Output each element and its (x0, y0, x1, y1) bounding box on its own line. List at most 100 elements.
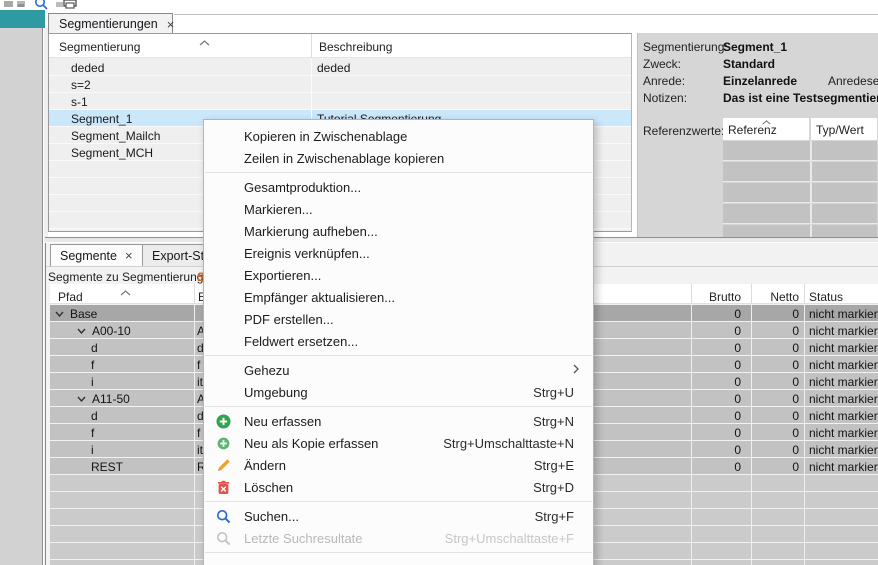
search-toolbar-icon[interactable] (34, 0, 48, 8)
column-divider[interactable] (194, 284, 195, 303)
menu-item-gesamtproduktion[interactable]: Gesamtproduktion... (204, 176, 593, 198)
tab-segmente[interactable]: Segmente × (50, 244, 143, 266)
status-cell: nicht markiert (809, 324, 878, 338)
field-value: Einzelanrede (723, 74, 797, 88)
path-cell: Base (55, 307, 97, 321)
field-label: Segmentierung: (643, 40, 728, 54)
menu-item-pdf-erstellen[interactable]: PDF erstellen... (204, 308, 593, 330)
menu-item-neu-erfassen[interactable]: Neu erfassen Strg+N (204, 410, 593, 432)
column-divider[interactable] (311, 34, 312, 57)
tab-label: Segmentierungen (59, 17, 158, 31)
status-cell: nicht markiert (809, 426, 878, 440)
menu-item-zeilen-in-zwischenablage-kopieren[interactable]: Zeilen in Zwischenablage kopieren (204, 147, 593, 169)
menu-shortcut: Strg+D (533, 480, 574, 495)
column-header-typ-wert[interactable]: Typ/Wert (811, 118, 877, 140)
status-cell: nicht markiert (809, 392, 878, 406)
menu-item-feldwert-ersetzen[interactable]: Feldwert ersetzen... (204, 330, 593, 352)
path-cell: A00-10 (77, 324, 131, 338)
reference-row-empty[interactable] (723, 162, 877, 182)
segmentierung-cell: deded (71, 61, 104, 75)
menu-item-label: Empfänger aktualisieren... (244, 290, 395, 305)
segmentation-table-header: Segmentierung Beschreibung (49, 34, 631, 58)
status-cell: nicht markiert (809, 443, 878, 457)
netto-cell: 0 (701, 341, 799, 355)
column-header-netto[interactable]: Netto (701, 290, 799, 304)
column-divider[interactable] (804, 284, 805, 303)
menu-item-markieren[interactable]: Markieren... (204, 198, 593, 220)
reference-row-empty[interactable] (723, 204, 877, 224)
menu-item-neu-als-kopie-erfassen[interactable]: Neu als Kopie erfassenStrg+Umschalttaste… (204, 432, 593, 454)
field-value: Standard (723, 57, 775, 71)
column-header-referenz[interactable]: Referenz (723, 118, 809, 140)
chevron-down-icon[interactable] (55, 309, 64, 319)
reference-row-empty[interactable] (723, 225, 877, 237)
toolbar-icon[interactable] (16, 0, 30, 8)
sort-ascending-icon[interactable] (199, 35, 210, 49)
segmentierung-cell: s=2 (71, 78, 91, 92)
sidebar-accent-block[interactable] (0, 10, 45, 28)
netto-cell: 0 (701, 307, 799, 321)
referenzwerte-label: Referenzwerte: (643, 124, 724, 138)
segments-caption: Segmente zu Segmentierung: (48, 270, 207, 284)
field-value: Das ist eine Testsegmentier (723, 91, 878, 105)
path-cell: REST (91, 460, 123, 474)
menu-item-ändern[interactable]: ÄndernStrg+E (204, 454, 593, 476)
column-header-status[interactable]: Status (809, 290, 843, 304)
menu-item-markierung-aufheben[interactable]: Markierung aufheben... (204, 220, 593, 242)
path-cell: i (91, 443, 94, 457)
netto-cell: 0 (701, 409, 799, 423)
segmentierung-cell: Segment_1 (71, 112, 132, 126)
field-label: Zweck: (643, 57, 681, 71)
field-label: Anrede: (643, 74, 685, 88)
table-row-deded[interactable]: dededdeded (49, 59, 631, 76)
menu-item-label: Exportieren... (244, 268, 321, 283)
menu-item-label: Feldwert ersetzen... (244, 334, 358, 349)
reference-row-empty[interactable] (723, 141, 877, 161)
menu-item-label: Kopieren in Zwischenablage (244, 129, 407, 144)
path-cell: i (91, 375, 94, 389)
pencil-icon (215, 457, 231, 473)
menu-item-löschen[interactable]: Löschen Strg+D (204, 476, 593, 498)
menu-item-letzte-suchresultate: Letzte SuchresultateStrg+Umschalttaste+F (204, 527, 593, 549)
menu-item-empfänger-aktualisieren[interactable]: Empfänger aktualisieren... (204, 286, 593, 308)
toolbar (0, 0, 878, 10)
segmentierung-cell: Segment_MCH (71, 146, 153, 160)
toolbar-icon[interactable] (3, 0, 17, 8)
menu-item-label: Gesamtproduktion... (244, 180, 361, 195)
column-header-beschreibung[interactable]: Beschreibung (319, 40, 392, 54)
menu-item-umgebung[interactable]: UmgebungStrg+U (204, 381, 593, 403)
print-icon[interactable] (63, 0, 77, 8)
menu-item-ereignis-verknüpfen[interactable]: Ereignis verknüpfen... (204, 242, 593, 264)
netto-cell: 0 (701, 460, 799, 474)
menu-item-exportieren[interactable]: Exportieren... (204, 264, 593, 286)
status-cell: nicht markiert (809, 409, 878, 423)
netto-cell: 0 (701, 358, 799, 372)
field-value: Segment_1 (723, 40, 787, 54)
tab-segmentierungen[interactable]: Segmentierungen × (48, 13, 173, 34)
column-header-segmentierung[interactable]: Segmentierung (59, 40, 140, 54)
menu-item-label: Zeilen in Zwischenablage kopieren (244, 151, 444, 166)
menu-separator (204, 403, 593, 410)
reference-table: Referenz Typ/Wert (723, 118, 878, 237)
reference-row-empty[interactable] (723, 183, 877, 203)
menu-item-label: Letzte Suchresultate (244, 531, 363, 546)
menu-item-label: Neu erfassen (244, 414, 321, 429)
submenu-arrow-icon (573, 363, 579, 377)
menu-item-suchen[interactable]: Suchen...Strg+F (204, 505, 593, 527)
menu-separator (204, 169, 593, 176)
sort-ascending-icon[interactable] (120, 285, 131, 299)
chevron-down-icon[interactable] (77, 326, 86, 336)
table-row-s-1[interactable]: s-1 (49, 93, 631, 110)
column-header-pfad[interactable]: Pfad (58, 290, 83, 304)
tab-close-icon[interactable]: × (167, 18, 175, 31)
chevron-down-icon[interactable] (77, 394, 86, 404)
menu-shortcut: Strg+N (533, 414, 574, 429)
tab-close-icon[interactable]: × (125, 249, 133, 262)
status-cell: nicht markiert (809, 358, 878, 372)
status-cell: nicht markiert (809, 307, 878, 321)
menu-item-label: Gehezu (244, 363, 290, 378)
menu-item-label: Löschen (244, 480, 293, 495)
table-row-s=2[interactable]: s=2 (49, 76, 631, 93)
menu-item-gehezu[interactable]: Gehezu (204, 359, 593, 381)
menu-item-kopieren-in-zwischenablage[interactable]: Kopieren in Zwischenablage (204, 125, 593, 147)
